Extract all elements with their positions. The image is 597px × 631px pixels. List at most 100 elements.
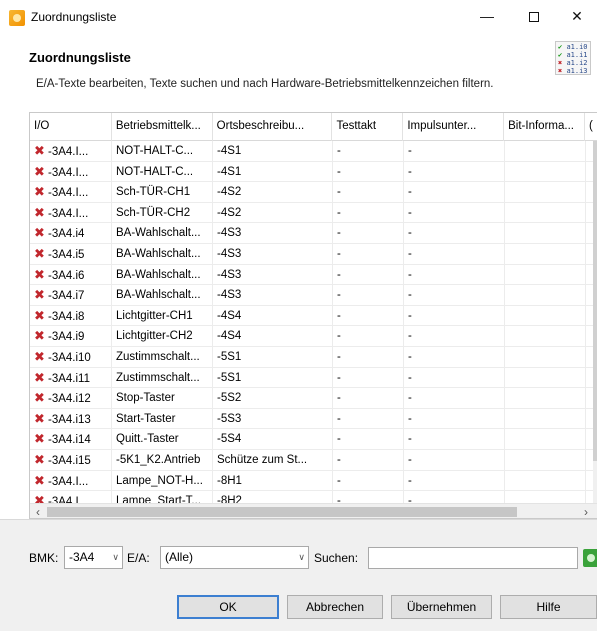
pulse-cell[interactable]: -	[404, 182, 505, 203]
minimize-button[interactable]: —	[464, 0, 510, 32]
test-clock-cell[interactable]: -	[333, 408, 404, 429]
test-clock-cell[interactable]: -	[333, 326, 404, 347]
apply-button[interactable]: Übernehmen	[391, 595, 492, 619]
bit-info-cell[interactable]	[505, 449, 586, 470]
io-cell[interactable]: ✖ -3A4.i8	[30, 305, 112, 326]
location-cell[interactable]: -8H2	[213, 491, 333, 503]
location-cell[interactable]: -4S3	[213, 223, 333, 244]
bit-info-cell[interactable]	[505, 305, 586, 326]
location-cell[interactable]: -4S3	[213, 285, 333, 306]
test-clock-cell[interactable]: -	[333, 491, 404, 503]
column-header-bmk[interactable]: Betriebsmittelk...	[112, 113, 213, 141]
io-cell[interactable]: ✖ -3A4.i14	[30, 429, 112, 450]
location-cell[interactable]: -4S2	[213, 202, 333, 223]
bit-info-cell[interactable]	[505, 223, 586, 244]
table-row[interactable]: ✖ -3A4.i4 BA-Wahlschalt... -4S3- -	[30, 223, 597, 244]
bmk-cell[interactable]: -5K1_K2.Antrieb	[112, 449, 213, 470]
bmk-cell[interactable]: NOT-HALT-C...	[112, 141, 213, 161]
bmk-cell[interactable]: Lampe_Start-T...	[112, 491, 213, 503]
ok-button[interactable]: OK	[177, 595, 279, 619]
column-header-io[interactable]: I/O	[30, 113, 112, 141]
location-cell[interactable]: -5S1	[213, 367, 333, 388]
bit-info-cell[interactable]	[505, 367, 586, 388]
bit-info-cell[interactable]	[505, 285, 586, 306]
bit-info-cell[interactable]	[505, 470, 586, 491]
table-row[interactable]: ✖ -3A4.i9 Lichtgitter-CH2 -4S4- -	[30, 326, 597, 347]
ea-select[interactable]: (Alle) ∨	[160, 546, 309, 569]
pulse-cell[interactable]: -	[404, 202, 505, 223]
location-cell[interactable]: -4S3	[213, 264, 333, 285]
pulse-cell[interactable]: -	[404, 429, 505, 450]
table-row[interactable]: ✖ -3A4.i5 BA-Wahlschalt... -4S3- -	[30, 243, 597, 265]
location-cell[interactable]: -5S4	[213, 429, 333, 450]
table-row[interactable]: ✖ -3A4.i6 BA-Wahlschalt... -4S3- -	[30, 264, 597, 286]
column-header-bit-info[interactable]: Bit-Informa...	[504, 113, 585, 141]
table-row[interactable]: ✖ -3A4.i10 Zustimmschalt... -5S1- -	[30, 346, 597, 368]
pulse-cell[interactable]: -	[404, 449, 505, 470]
bmk-cell[interactable]: BA-Wahlschalt...	[112, 243, 213, 264]
io-cell[interactable]: ✖ -3A4.I...	[30, 141, 112, 161]
bmk-cell[interactable]: Zustimmschalt...	[112, 367, 213, 388]
pulse-cell[interactable]: -	[404, 223, 505, 244]
table-row[interactable]: ✖ -3A4.i8 Lichtgitter-CH1 -4S4- -	[30, 305, 597, 327]
location-cell[interactable]: -4S4	[213, 326, 333, 347]
test-clock-cell[interactable]: -	[333, 429, 404, 450]
table-row[interactable]: ✖ -3A4.I... Lampe_NOT-H... -8H1- -	[30, 470, 597, 492]
bit-info-cell[interactable]	[505, 202, 586, 223]
bmk-select[interactable]: -3A4 ∨	[64, 546, 123, 569]
location-cell[interactable]: -4S1	[213, 161, 333, 182]
pulse-cell[interactable]: -	[404, 388, 505, 409]
test-clock-cell[interactable]: -	[333, 243, 404, 264]
close-button[interactable]: ✕	[557, 0, 597, 32]
pulse-cell[interactable]: -	[404, 243, 505, 264]
io-cell[interactable]: ✖ -3A4.i9	[30, 326, 112, 347]
test-clock-cell[interactable]: -	[333, 202, 404, 223]
bit-info-cell[interactable]	[505, 264, 586, 285]
bmk-cell[interactable]: Lichtgitter-CH2	[112, 326, 213, 347]
vertical-scrollbar[interactable]	[593, 141, 597, 503]
help-button[interactable]: Hilfe	[500, 595, 597, 619]
bit-info-cell[interactable]	[505, 408, 586, 429]
io-cell[interactable]: ✖ -3A4.i4	[30, 223, 112, 244]
column-header-pulse[interactable]: Impulsunter...	[403, 113, 505, 141]
pulse-cell[interactable]: -	[404, 285, 505, 306]
io-cell[interactable]: ✖ -3A4.i5	[30, 243, 112, 264]
test-clock-cell[interactable]: -	[333, 264, 404, 285]
pulse-cell[interactable]: -	[404, 305, 505, 326]
bmk-cell[interactable]: Lichtgitter-CH1	[112, 305, 213, 326]
pulse-cell[interactable]: -	[404, 408, 505, 429]
pulse-cell[interactable]: -	[404, 264, 505, 285]
table-row[interactable]: ✖ -3A4.i14 Quitt.-Taster -5S4- -	[30, 429, 597, 450]
bmk-cell[interactable]: Lampe_NOT-H...	[112, 470, 213, 491]
location-cell[interactable]: -4S4	[213, 305, 333, 326]
pulse-cell[interactable]: -	[404, 491, 505, 503]
bmk-cell[interactable]: Sch-TÜR-CH2	[112, 202, 213, 223]
search-input[interactable]	[368, 547, 578, 569]
scroll-left-icon[interactable]: ‹	[30, 504, 46, 518]
table-row[interactable]: ✖ -3A4.I... Sch-TÜR-CH2 -4S2- -	[30, 202, 597, 224]
maximize-button[interactable]	[511, 0, 557, 32]
bmk-cell[interactable]: Quitt.-Taster	[112, 429, 213, 450]
bit-info-cell[interactable]	[505, 346, 586, 367]
pulse-cell[interactable]: -	[404, 161, 505, 182]
bit-info-cell[interactable]	[505, 326, 586, 347]
bit-info-cell[interactable]	[505, 243, 586, 264]
table-row[interactable]: ✖ -3A4.I... NOT-HALT-C... -4S1- -	[30, 141, 597, 162]
io-cell[interactable]: ✖ -3A4.I...	[30, 182, 112, 203]
bmk-cell[interactable]: Zustimmschalt...	[112, 346, 213, 367]
search-icon[interactable]	[583, 549, 597, 567]
location-cell[interactable]: -5S1	[213, 346, 333, 367]
table-row[interactable]: ✖ -3A4.I... Lampe_Start-T... -8H2- -	[30, 491, 597, 503]
bit-info-cell[interactable]	[505, 182, 586, 203]
bit-info-cell[interactable]	[505, 161, 586, 182]
location-cell[interactable]: -5S3	[213, 408, 333, 429]
pulse-cell[interactable]: -	[404, 346, 505, 367]
location-cell[interactable]: -4S3	[213, 243, 333, 264]
test-clock-cell[interactable]: -	[333, 388, 404, 409]
pulse-cell[interactable]: -	[404, 470, 505, 491]
table-row[interactable]: ✖ -3A4.I... NOT-HALT-C... -4S1- -	[30, 161, 597, 183]
test-clock-cell[interactable]: -	[333, 141, 404, 161]
column-header-more[interactable]: (	[585, 113, 597, 141]
bit-info-cell[interactable]	[505, 141, 586, 161]
bmk-cell[interactable]: Start-Taster	[112, 408, 213, 429]
